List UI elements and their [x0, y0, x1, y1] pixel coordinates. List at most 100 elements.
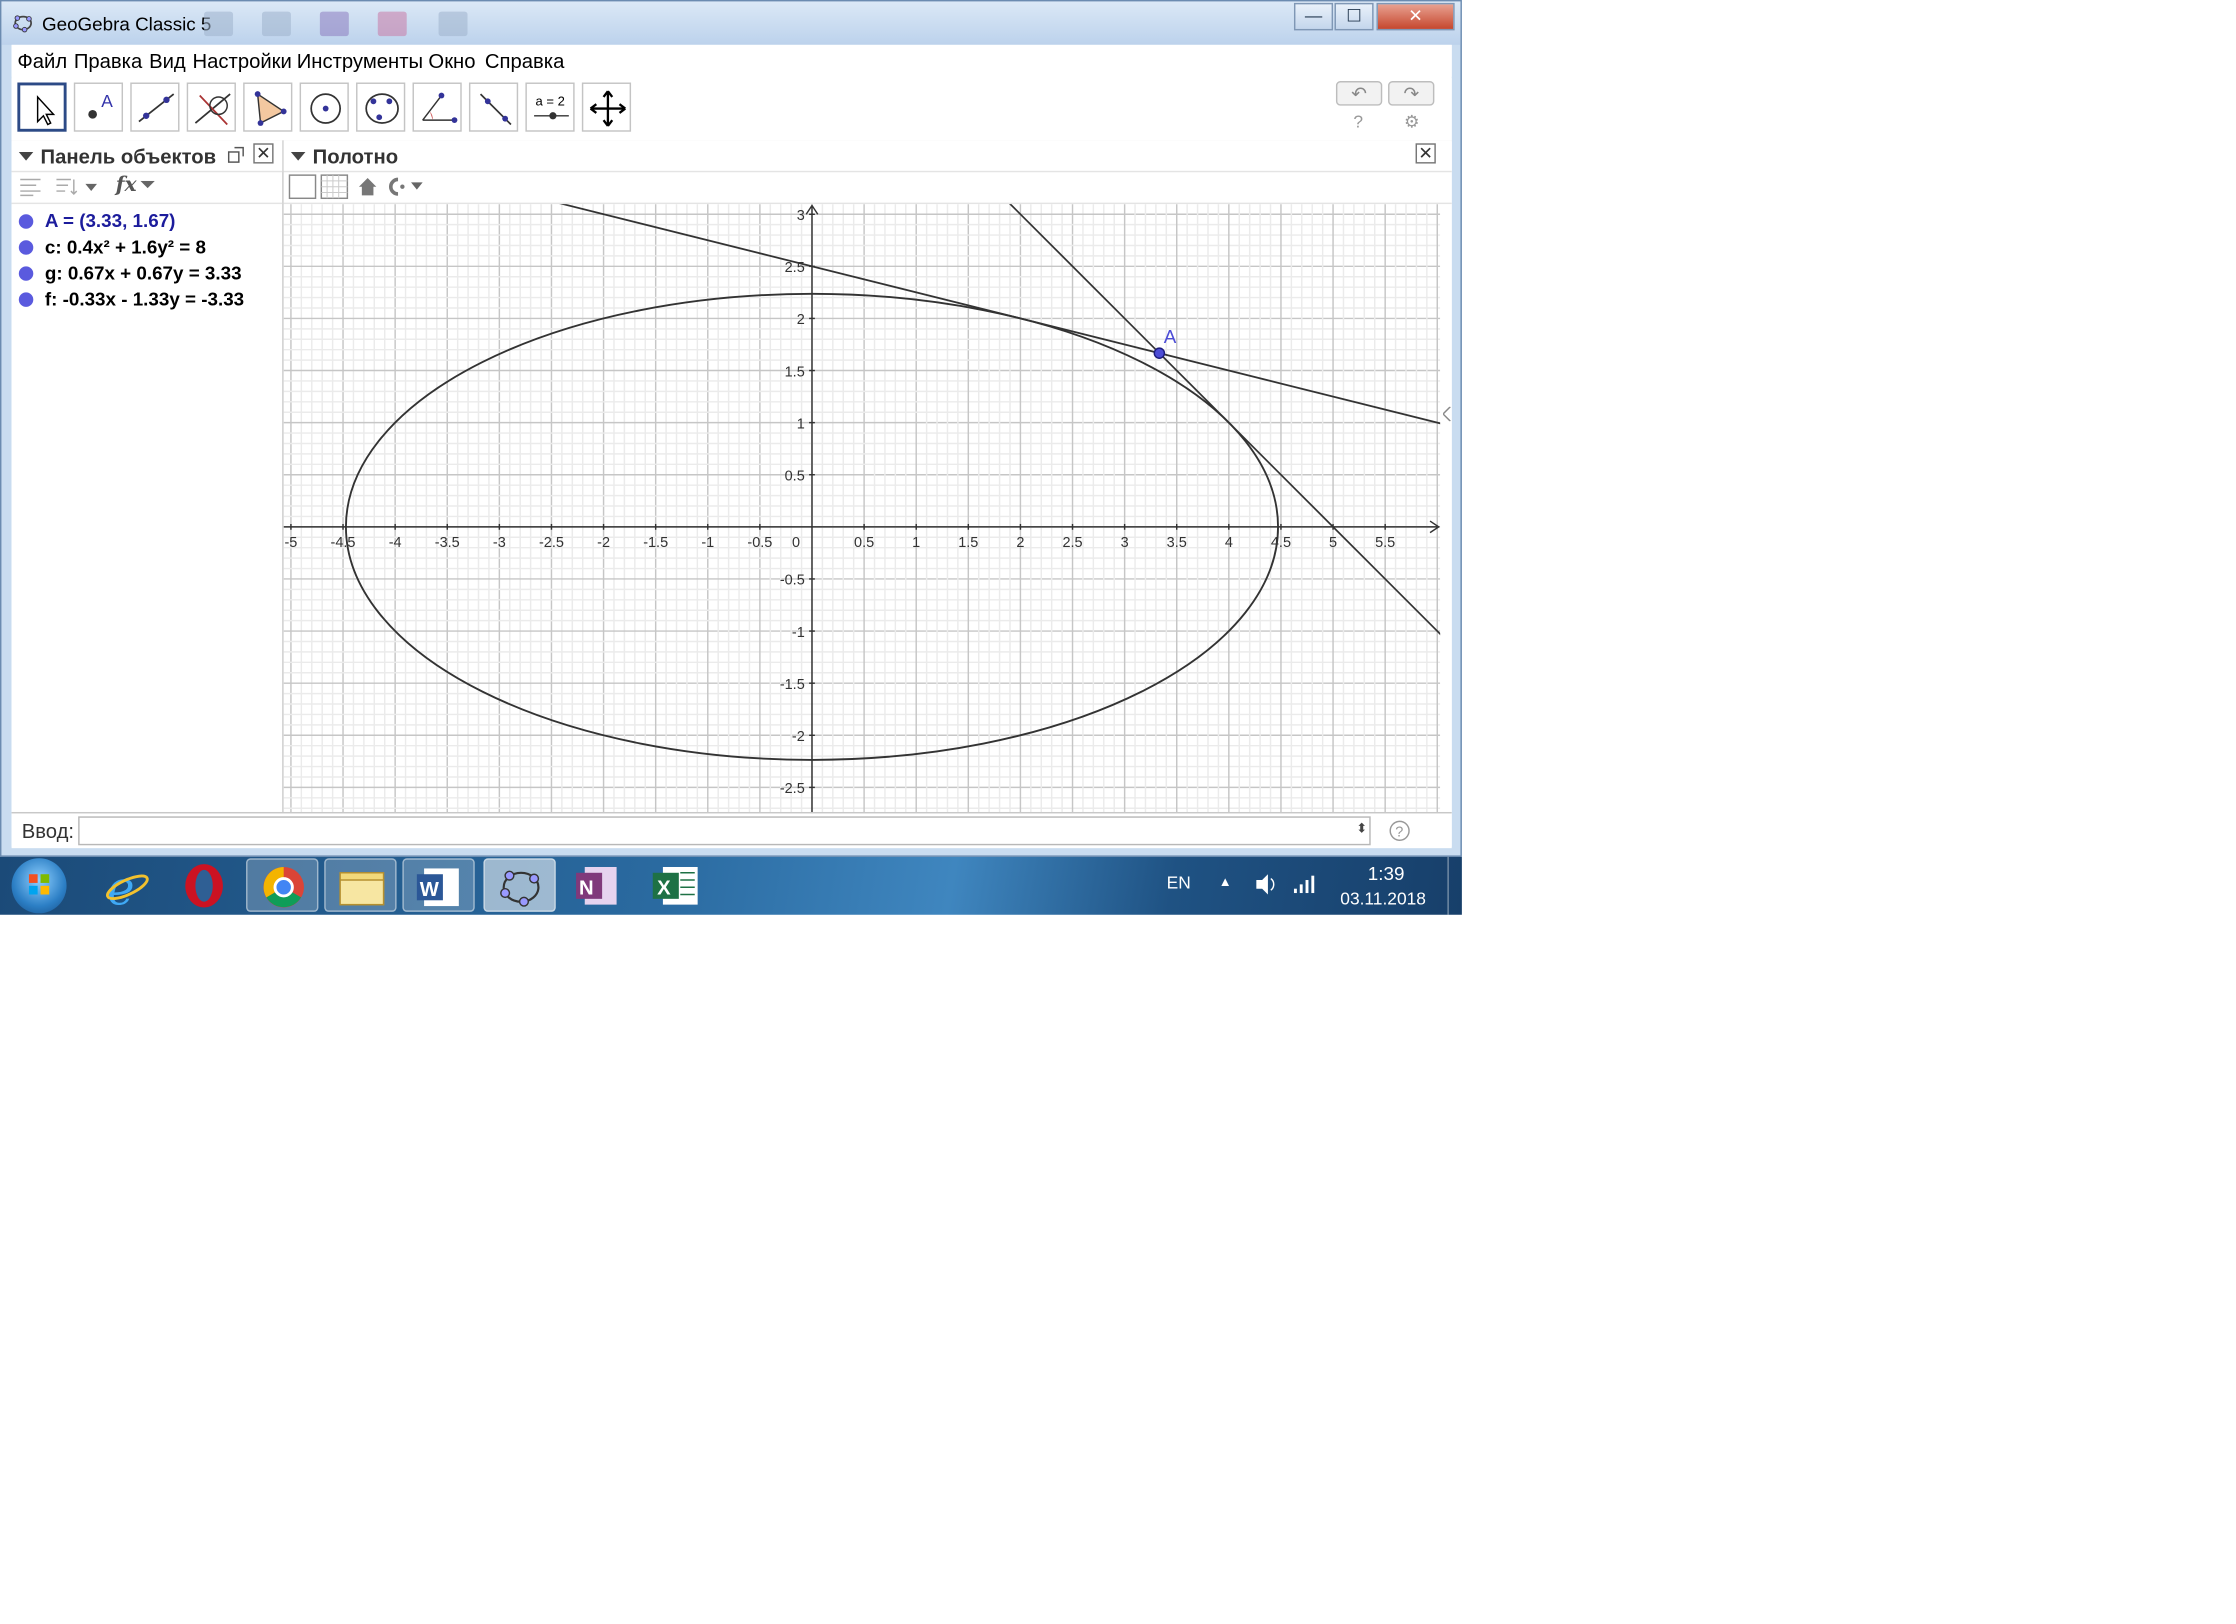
- app-content: Файл Правка Вид Настройки Инструменты Ок…: [11, 44, 1452, 849]
- algebra-item-conic-c[interactable]: c: 0.4x² + 1.6y² = 8: [18, 236, 206, 262]
- window-title: GeoGebra Classic 5: [41, 13, 212, 35]
- input-field[interactable]: [78, 816, 1371, 846]
- menu-edit[interactable]: Правка: [74, 49, 142, 72]
- algebra-item-line-g[interactable]: g: 0.67x + 0.67y = 3.33: [18, 262, 242, 288]
- graphics-style-bar: [283, 171, 1452, 205]
- polygon-tool-button[interactable]: [243, 82, 293, 132]
- reflect-tool-button[interactable]: [468, 82, 519, 132]
- input-bar: Ввод: ⬍ ?: [11, 811, 1452, 849]
- title-bar[interactable]: GeoGebra Classic 5 — ☐ ✕: [1, 1, 1461, 45]
- network-signal-icon[interactable]: [1293, 874, 1316, 894]
- collapse-triangle-icon[interactable]: [18, 151, 34, 161]
- language-indicator[interactable]: EN: [1167, 873, 1191, 893]
- show-hidden-icons-icon[interactable]: ▲: [1219, 874, 1232, 888]
- taskbar-word[interactable]: W: [402, 858, 475, 912]
- taskbar-explorer[interactable]: [324, 858, 397, 912]
- toolbar: A a = 2 ↶ ↷ ? ⚙: [11, 78, 1452, 141]
- algebra-item-point-a[interactable]: A = (3.33, 1.67): [18, 210, 175, 236]
- taskbar-chrome[interactable]: [246, 858, 319, 912]
- geogebra-logo-icon: [13, 15, 32, 33]
- menu-view[interactable]: Вид: [149, 49, 186, 72]
- opera-icon: [185, 864, 223, 908]
- visibility-toggle-icon[interactable]: [18, 266, 34, 281]
- collapse-triangle-icon[interactable]: [290, 151, 306, 161]
- menu-settings[interactable]: Настройки: [193, 49, 292, 72]
- close-button[interactable]: ✕: [1376, 2, 1455, 31]
- algebra-item-line-f[interactable]: f: -0.33x - 1.33y = -3.33: [18, 288, 244, 314]
- x-tick-label: 0: [792, 535, 800, 551]
- point-tool-button[interactable]: A: [73, 82, 124, 132]
- sort-order-icon[interactable]: [55, 177, 101, 197]
- move-graphics-tool-button[interactable]: [581, 82, 632, 132]
- background-window-thumbnail: [377, 11, 407, 37]
- x-tick-label: -2.5: [539, 535, 564, 551]
- volume-icon[interactable]: [1253, 873, 1279, 896]
- show-desktop-button[interactable]: [1447, 856, 1463, 915]
- x-tick-label: -1.5: [643, 535, 668, 551]
- y-tick-label: -2: [792, 729, 805, 745]
- help-icon[interactable]: ?: [1353, 111, 1363, 131]
- maximize-button[interactable]: ☐: [1334, 2, 1374, 31]
- menu-tools[interactable]: Инструменты: [297, 49, 423, 72]
- angle-tool-button[interactable]: [412, 82, 462, 132]
- input-history-arrows-icon[interactable]: ⬍: [1356, 821, 1367, 837]
- y-tick-label: 1: [797, 416, 805, 432]
- taskbar-onenote[interactable]: N: [562, 858, 634, 912]
- reflect-tool-icon: [479, 93, 512, 126]
- taskbar-excel[interactable]: X: [640, 858, 712, 912]
- algebra-panel-toolbar: fx: [11, 171, 283, 205]
- settings-gear-icon[interactable]: ⚙: [1404, 111, 1420, 131]
- sidebar-collapse-arrow-icon[interactable]: [1443, 406, 1452, 422]
- minimize-button[interactable]: —: [1293, 2, 1334, 31]
- angle-tool-icon: [422, 92, 458, 124]
- background-window-thumbnail: [438, 11, 468, 37]
- taskbar-opera[interactable]: [168, 858, 240, 912]
- svg-text:A: A: [101, 91, 113, 111]
- conic-tool-icon: [365, 93, 399, 124]
- graphics-canvas[interactable]: -5 -4.5 -4 -3.5 -3 -2.5 -2 -1.5 -1 -0.5 0 0.5 1 1.5 2 2…: [283, 204, 1441, 812]
- undo-button[interactable]: ↶: [1335, 81, 1383, 106]
- close-algebra-panel-icon[interactable]: ✕: [253, 143, 274, 164]
- x-tick-label: -3: [493, 535, 506, 551]
- taskbar-geogebra[interactable]: [483, 858, 556, 912]
- x-tick-label: 2.5: [1062, 535, 1082, 551]
- fx-input-bar-button[interactable]: fx: [116, 174, 137, 197]
- algebra-description-icon[interactable]: [19, 177, 42, 197]
- slider-tool-button[interactable]: a = 2: [525, 82, 575, 132]
- y-tick-label: 1.5: [785, 364, 805, 380]
- x-tick-label: -4.5: [331, 535, 356, 551]
- home-icon[interactable]: [356, 175, 379, 198]
- toggle-axes-icon[interactable]: [288, 174, 317, 200]
- x-tick-label: -2: [597, 535, 610, 551]
- point-a-label: A: [1164, 326, 1177, 347]
- redo-button[interactable]: ↷: [1388, 81, 1435, 106]
- clock-time[interactable]: 1:39: [1368, 863, 1405, 885]
- chevron-down-icon[interactable]: [140, 180, 155, 190]
- start-button[interactable]: [11, 858, 67, 914]
- menu-help[interactable]: Справка: [485, 49, 564, 72]
- visibility-toggle-icon[interactable]: [18, 214, 34, 229]
- menu-window[interactable]: Окно: [428, 49, 475, 72]
- background-window-thumbnail: [319, 11, 349, 37]
- undock-icon[interactable]: [227, 146, 244, 163]
- circle-tool-button[interactable]: [299, 82, 349, 132]
- background-window-thumbnail: [261, 11, 291, 37]
- point-capturing-icon[interactable]: [384, 177, 427, 197]
- toggle-grid-icon[interactable]: [320, 174, 349, 200]
- move-tool-button[interactable]: [17, 82, 67, 132]
- y-tick-label: -0.5: [780, 573, 805, 589]
- taskbar-ie[interactable]: e: [90, 858, 162, 916]
- y-tick-label: -2.5: [780, 781, 805, 797]
- conic-tool-button[interactable]: [356, 82, 406, 132]
- polygon-tool-icon: [254, 91, 287, 126]
- clock-date[interactable]: 03.11.2018: [1340, 889, 1426, 909]
- menu-file[interactable]: Файл: [17, 49, 67, 72]
- visibility-toggle-icon[interactable]: [18, 292, 34, 307]
- line-tool-button[interactable]: [130, 82, 180, 132]
- perpendicular-tool-button[interactable]: [186, 82, 236, 132]
- x-tick-label: -3.5: [435, 535, 460, 551]
- close-graphics-panel-icon[interactable]: ✕: [1415, 143, 1436, 164]
- cursor-arrow-icon: [36, 95, 56, 126]
- input-help-icon[interactable]: ?: [1388, 819, 1411, 842]
- visibility-toggle-icon[interactable]: [18, 240, 34, 255]
